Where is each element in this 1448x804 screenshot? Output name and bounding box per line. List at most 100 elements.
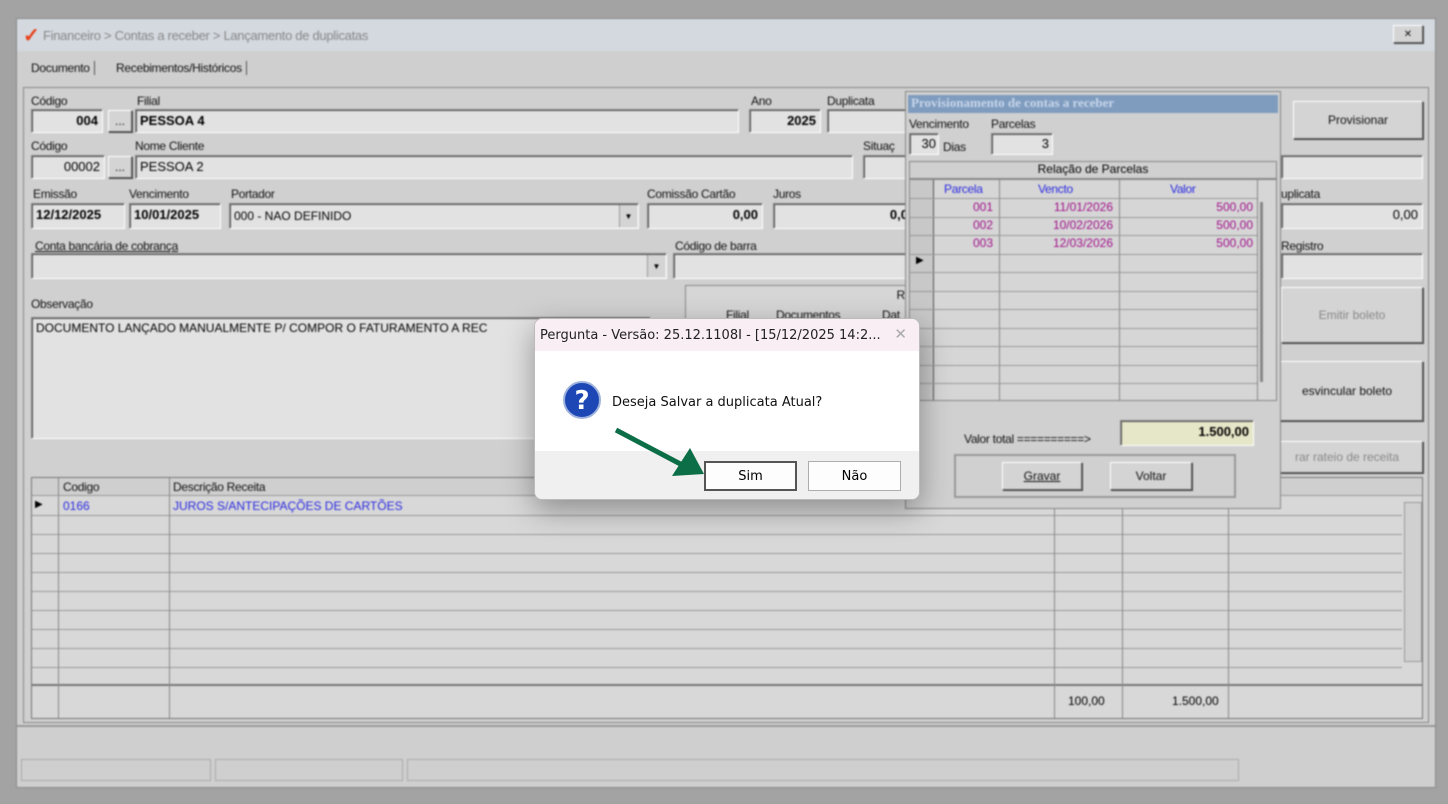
grid-row-line <box>32 572 1402 573</box>
conta-bancaria-select[interactable]: ▼ <box>31 253 667 279</box>
grid-row-line <box>32 515 1402 516</box>
tab-recebimentos[interactable]: Recebimentos/Históricos <box>116 61 247 75</box>
header-codigo: Codigo <box>63 480 100 494</box>
codigo-barra-input[interactable] <box>673 253 913 279</box>
total-percentual: 100,00 <box>1068 694 1105 708</box>
grid-row-line <box>910 346 1257 347</box>
gravar-button[interactable]: Gravar <box>1002 462 1082 490</box>
parcela-vencto: 11/01/2026 <box>1053 200 1113 214</box>
grid-row-line <box>910 383 1257 384</box>
registro-input[interactable] <box>1281 253 1423 279</box>
comissao-input[interactable]: 0,00 <box>647 203 763 229</box>
prov-vencimento-label: Vencimento <box>909 117 969 131</box>
conta-bancaria-label: Conta bancária de cobrança <box>35 239 178 253</box>
filial-lookup-button[interactable]: ... <box>108 110 132 132</box>
grid-col-line <box>1122 478 1123 718</box>
grid-row-line <box>32 648 1402 649</box>
nome-cliente-input[interactable]: PESSOA 2 <box>135 155 853 179</box>
grid-row-line <box>910 290 1257 292</box>
provisionar-button[interactable]: Provisionar <box>1293 101 1423 139</box>
codigo-barra-label: Código de barra <box>675 239 757 253</box>
grid-row-line <box>910 253 1257 255</box>
parcela-num: 001 <box>972 200 993 214</box>
parcela-valor: 500,00 <box>1216 236 1253 250</box>
vencto-header: Vencto <box>1038 182 1073 196</box>
valor-duplicata-input[interactable]: 0,00 <box>1281 203 1423 229</box>
status-panel <box>215 759 403 781</box>
nao-button[interactable]: Não <box>808 461 901 491</box>
valor-total-input: 1.500,00 <box>1120 420 1254 446</box>
registro-label: Registro <box>1281 239 1324 253</box>
grid-row-line <box>910 235 1257 236</box>
grid-col-line <box>169 478 170 718</box>
emissao-input[interactable]: 12/12/2025 <box>31 203 125 229</box>
parcelas-scrollbar[interactable] <box>1260 202 1263 382</box>
pointer-arrow-icon <box>614 427 704 476</box>
header-descricao: Descrição Receita <box>173 480 266 494</box>
emitir-boleto-button[interactable]: Emitir boleto <box>1281 287 1423 343</box>
parcela-num: 002 <box>972 218 993 232</box>
valor-duplicata-label: uplicata <box>1281 187 1320 201</box>
chevron-down-icon[interactable]: ▼ <box>647 255 665 277</box>
parcela-num: 003 <box>972 236 993 250</box>
dias-label: Dias <box>943 140 966 154</box>
grid-row-line <box>32 610 1402 611</box>
filial-label: Filial <box>137 94 160 108</box>
voltar-button[interactable]: Voltar <box>1110 462 1192 490</box>
status-panel <box>21 759 211 781</box>
juros-label: Juros <box>773 187 801 201</box>
vencimento-input[interactable]: 10/01/2025 <box>129 203 221 229</box>
rateio-receita-button[interactable]: rar rateio de receita <box>1271 441 1423 473</box>
receita-descricao[interactable]: JUROS S/ANTECIPAÇÕES DE CARTÕES <box>173 499 403 513</box>
receita-codigo[interactable]: 0166 <box>63 499 90 513</box>
grid-col-line <box>1228 478 1229 718</box>
grid-col-line <box>1054 478 1055 718</box>
duplicata-input[interactable] <box>827 109 917 133</box>
codigo-filial-input[interactable]: 004 <box>31 109 103 133</box>
dialog-message: Deseja Salvar a duplicata Atual? <box>612 395 823 410</box>
cliente-lookup-button[interactable]: ... <box>108 156 132 178</box>
juros-input[interactable]: 0,0 <box>773 203 913 229</box>
sim-button[interactable]: Sim <box>704 461 797 491</box>
total-valor: 1.500,00 <box>1172 694 1219 708</box>
parcela-valor: 500,00 <box>1216 218 1253 232</box>
tab-documento[interactable]: Documento <box>31 61 95 75</box>
parcela-header: Parcela <box>944 182 983 196</box>
portador-select[interactable]: 000 - NAO DEFINIDO ▼ <box>229 203 639 229</box>
app-logo-icon: ✓ <box>23 25 40 47</box>
dialog-close-button[interactable]: ✕ <box>894 325 907 343</box>
codigo-filial-label: Código <box>31 94 68 108</box>
action-group <box>954 454 1236 498</box>
grid-row-line <box>910 309 1257 310</box>
prov-vencimento-input[interactable]: 30 <box>909 133 939 155</box>
grid-row-line <box>32 553 1402 554</box>
close-button[interactable]: ✕ <box>1393 25 1423 43</box>
scrollbar[interactable] <box>1404 502 1422 662</box>
dialog-title-bar: Pergunta - Versão: 25.12.1108I - [15/12/… <box>535 319 919 351</box>
desvincular-boleto-button[interactable]: esvincular boleto <box>1271 361 1423 421</box>
observacao-label: Observação <box>31 297 93 311</box>
valor-total-label: Valor total ==========> <box>964 432 1091 446</box>
valor-header: Valor <box>1170 182 1196 196</box>
codigo-cliente-label: Código <box>31 139 68 153</box>
portador-label: Portador <box>231 187 275 201</box>
grid-row-line <box>32 629 1402 630</box>
codigo-cliente-input[interactable]: 00002 <box>31 155 105 179</box>
status-panel <box>407 759 1239 781</box>
parcela-vencto: 12/03/2026 <box>1052 236 1113 250</box>
grid-row-line <box>32 534 1402 535</box>
prov-parcelas-input[interactable]: 3 <box>991 133 1053 155</box>
grid-row-line <box>32 667 1402 668</box>
svg-text:?: ? <box>574 386 589 416</box>
title-bar: ✓ Financeiro > Contas a receber > Lançam… <box>17 19 1435 51</box>
chevron-down-icon[interactable]: ▼ <box>619 205 637 227</box>
grid-col-line <box>58 478 59 718</box>
row-pointer-icon: ▶ <box>916 255 924 266</box>
nome-cliente-label: Nome Cliente <box>135 139 205 153</box>
comissao-label: Comissão Cartão <box>647 187 736 201</box>
grid-row-line <box>910 272 1257 273</box>
grid-row-line <box>910 198 1257 199</box>
right-info-input[interactable] <box>1281 155 1423 179</box>
filial-input[interactable]: PESSOA 4 <box>135 109 739 133</box>
ano-input[interactable]: 2025 <box>749 109 821 133</box>
